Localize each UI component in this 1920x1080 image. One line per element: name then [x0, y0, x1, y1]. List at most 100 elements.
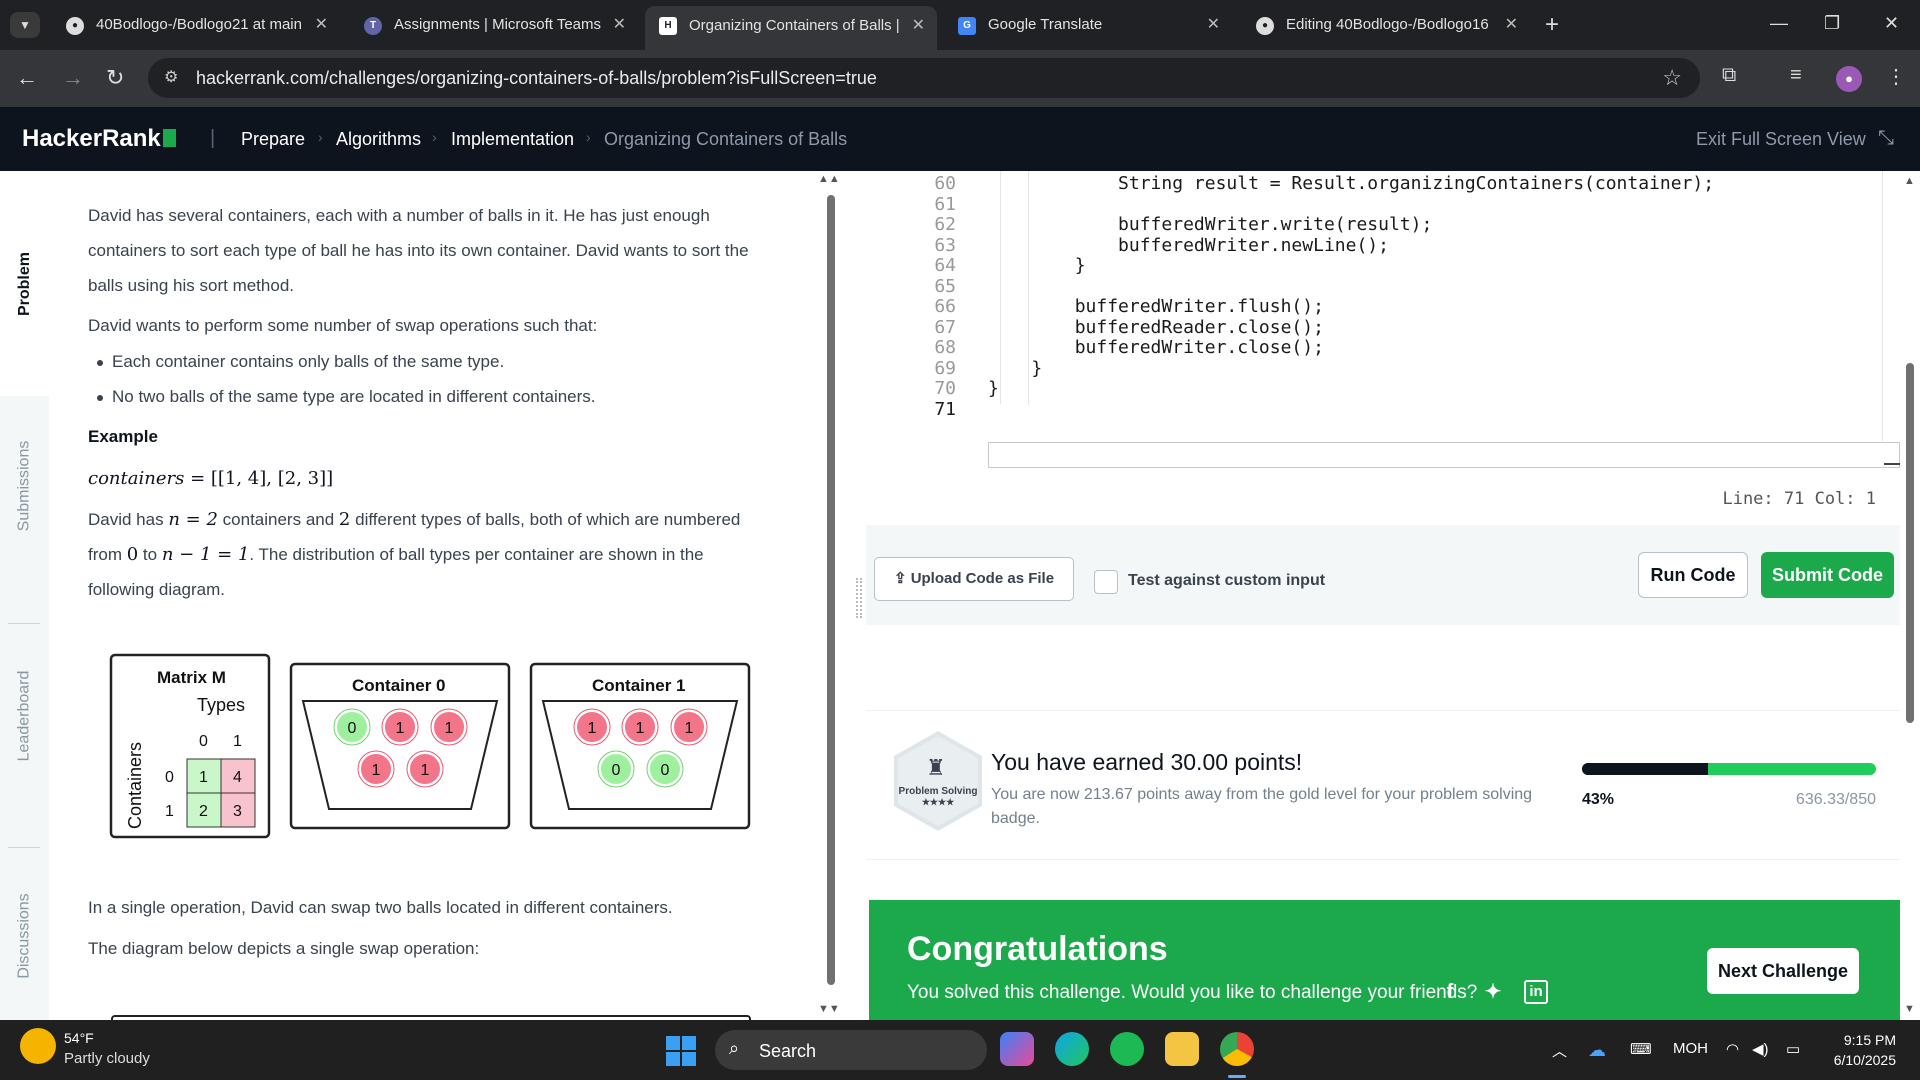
onedrive-icon[interactable]: ☁: [1588, 1040, 1606, 1061]
site-settings-icon[interactable]: ⚙: [164, 67, 178, 87]
scroll-up-icon[interactable]: ▲▲: [818, 173, 840, 185]
facebook-icon[interactable]: f: [1438, 980, 1462, 1004]
profile-avatar[interactable]: ●: [1836, 66, 1862, 92]
show-hidden-icons-icon[interactable]: ︿: [1552, 1040, 1567, 1061]
overview-ruler-marker: [1884, 463, 1900, 465]
breadcrumb-implementation[interactable]: Implementation: [451, 129, 574, 150]
linkedin-icon[interactable]: in: [1524, 980, 1548, 1004]
weather-icon[interactable]: [20, 1028, 56, 1064]
close-tab-icon[interactable]: ✕: [613, 8, 626, 42]
line-number: 71: [934, 398, 956, 420]
example-heading: Example: [88, 427, 158, 446]
hackerrank-icon: H: [659, 17, 677, 35]
progress-percent: 43%: [1582, 791, 1615, 808]
browser-menu-icon[interactable]: ⋮: [1886, 64, 1906, 89]
close-window-icon[interactable]: ✕: [1884, 6, 1899, 40]
ball-label: 1: [396, 720, 405, 737]
address-bar-row: ← → ↻ ⚙ hackerrank.com/challenges/organi…: [0, 50, 1920, 107]
browser-tab[interactable]: G Google Translate ✕: [944, 8, 1232, 42]
forward-arrow-icon[interactable]: →: [62, 64, 84, 92]
tab-leaderboard[interactable]: Leaderboard: [0, 626, 49, 806]
close-tab-icon[interactable]: ✕: [1207, 8, 1220, 42]
run-code-button[interactable]: Run Code: [1638, 552, 1748, 598]
code-editor[interactable]: 60 String result = Result.organizingCont…: [866, 171, 1900, 525]
problem-sidebar: Problem Submissions Leaderboard Discussi…: [0, 171, 49, 1020]
github-icon: ●: [66, 17, 84, 35]
breadcrumb-prepare[interactable]: Prepare: [241, 129, 305, 150]
copilot-icon[interactable]: [1000, 1032, 1034, 1066]
restore-icon[interactable]: ❐: [1824, 6, 1840, 40]
cell-value: 3: [233, 803, 242, 820]
panel-resize-handle[interactable]: [856, 578, 862, 618]
reload-icon[interactable]: ↻: [106, 64, 124, 92]
close-tab-icon[interactable]: ✕: [912, 6, 925, 46]
cursor-position: Line: 71 Col: 1: [1722, 489, 1876, 509]
badge-progress-bar: [1582, 763, 1876, 775]
windows-start-icon[interactable]: [666, 1036, 696, 1066]
cell-value: 2: [199, 803, 208, 820]
weather-condition[interactable]: Partly cloudy: [64, 1050, 150, 1067]
minimize-icon[interactable]: —: [1770, 6, 1788, 40]
ball-label: 1: [588, 720, 597, 737]
twitter-icon[interactable]: ✦: [1481, 980, 1505, 1004]
code-line[interactable]: 71: [866, 397, 1900, 422]
close-tab-icon[interactable]: ✕: [1505, 8, 1518, 42]
scroll-down-icon[interactable]: ▼▼: [818, 1003, 840, 1015]
breadcrumb-algorithms[interactable]: Algorithms: [336, 129, 421, 150]
file-explorer-icon[interactable]: [1165, 1032, 1199, 1066]
close-tab-icon[interactable]: ✕: [315, 8, 328, 42]
problem-scrollbar[interactable]: ▲▲ ▼▼: [818, 171, 848, 1020]
tab-search-button[interactable]: ▼: [10, 12, 40, 38]
progress-fill: [1582, 763, 1709, 775]
spotify-icon[interactable]: [1110, 1032, 1144, 1066]
submit-code-button[interactable]: Submit Code: [1761, 552, 1894, 598]
browser-tab-active[interactable]: H Organizing Containers of Balls | ✕: [645, 6, 937, 50]
collapse-icon[interactable]: ⤡: [1878, 127, 1894, 150]
browser-tab[interactable]: ● 40Bodlogo-/Bodlogo21 at main ✕: [52, 8, 340, 42]
chrome-icon[interactable]: [1220, 1032, 1254, 1066]
exit-full-screen-link[interactable]: Exit Full Screen View: [1696, 129, 1866, 150]
divider: [8, 847, 40, 848]
problem-paragraph: The diagram below depicts a single swap …: [88, 939, 480, 958]
page-scrollbar[interactable]: ▲ ▼: [1900, 171, 1920, 1020]
progress-ratio: 636.33/850: [1795, 791, 1876, 808]
battery-icon[interactable]: ▭: [1786, 1040, 1800, 1058]
divider: [8, 623, 40, 624]
new-tab-button[interactable]: +: [1545, 8, 1559, 42]
problem-paragraph: In a single operation, David can swap tw…: [88, 898, 673, 917]
custom-input-label[interactable]: Test against custom input: [1128, 572, 1325, 590]
next-challenge-button[interactable]: Next Challenge: [1707, 948, 1859, 994]
keyboard-icon[interactable]: ⌨: [1630, 1040, 1652, 1058]
tab-submissions[interactable]: Submissions: [0, 396, 49, 576]
scroll-thumb[interactable]: [1906, 363, 1914, 723]
back-arrow-icon[interactable]: ←: [16, 64, 38, 92]
bookmark-star-icon[interactable]: ☆: [1662, 65, 1682, 91]
edge-icon[interactable]: [1055, 1032, 1089, 1066]
extensions-icon[interactable]: ⧉: [1722, 64, 1736, 87]
wifi-icon[interactable]: ◠: [1726, 1040, 1739, 1058]
col-label: 0: [199, 733, 208, 750]
google-translate-icon: G: [958, 17, 976, 35]
volume-icon[interactable]: ◀): [1752, 1040, 1769, 1058]
url-omnibox[interactable]: ⚙ hackerrank.com/challenges/organizing-c…: [148, 58, 1700, 98]
input-language[interactable]: MOH: [1673, 1040, 1708, 1057]
weather-temperature[interactable]: 54°F: [64, 1030, 94, 1046]
hackerrank-logo[interactable]: HackerRank: [22, 125, 176, 153]
url-text[interactable]: hackerrank.com/challenges/organizing-con…: [196, 68, 877, 89]
browser-tab[interactable]: ● Editing 40Bodlogo-/Bodlogo16 ✕: [1242, 8, 1530, 42]
media-control-icon[interactable]: ≡: [1790, 64, 1802, 87]
teams-icon: T: [364, 17, 382, 35]
scroll-down-icon[interactable]: ▼: [1904, 1003, 1915, 1015]
custom-input-checkbox[interactable]: [1094, 570, 1118, 594]
tab-problem[interactable]: Problem: [0, 171, 49, 396]
ball-label: 1: [445, 720, 454, 737]
scroll-thumb[interactable]: [827, 195, 835, 985]
scroll-up-icon[interactable]: ▲: [1904, 175, 1915, 187]
tab-discussions[interactable]: Discussions: [0, 851, 49, 1021]
taskbar-search[interactable]: ⌕ Search: [715, 1030, 987, 1070]
ball-label: 1: [421, 762, 430, 779]
taskbar-clock[interactable]: 9:15 PM 6/10/2025: [1834, 1030, 1896, 1070]
browser-tab[interactable]: T Assignments | Microsoft Teams ✕: [350, 8, 638, 42]
browser-tab-bar: ▼ ● 40Bodlogo-/Bodlogo21 at main ✕ T Ass…: [0, 0, 1920, 50]
upload-code-button[interactable]: ⇪ Upload Code as File: [874, 557, 1074, 601]
